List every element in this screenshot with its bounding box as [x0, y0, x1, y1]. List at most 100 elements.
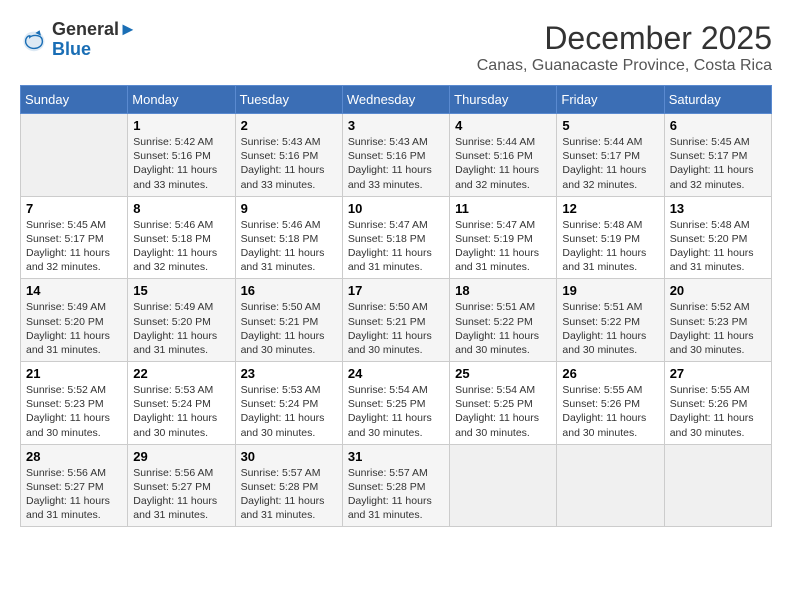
calendar-cell: 11 Sunrise: 5:47 AM Sunset: 5:19 PM Dayli… [450, 196, 557, 279]
calendar-cell [450, 444, 557, 527]
header-sunday: Sunday [21, 86, 128, 114]
calendar-cell: 17Sunrise: 5:50 AM Sunset: 5:21 PM Dayli… [342, 279, 449, 362]
day-info: Sunrise: 5:48 AM Sunset: 5:20 PM Dayligh… [670, 218, 766, 275]
calendar-cell: 27Sunrise: 5:55 AM Sunset: 5:26 PM Dayli… [664, 362, 771, 445]
day-info: Sunrise: 5:53 AM Sunset: 5:24 PM Dayligh… [241, 383, 337, 440]
day-info: Sunrise: 5:54 AM Sunset: 5:25 PM Dayligh… [348, 383, 444, 440]
calendar-cell: 25 Sunrise: 5:54 AM Sunset: 5:25 PM Dayli… [450, 362, 557, 445]
day-info: Sunrise: 5:43 AM Sunset: 5:16 PM Dayligh… [348, 135, 444, 192]
week-row-1: 1 Sunrise: 5:42 AM Sunset: 5:16 PM Daylig… [21, 114, 772, 197]
header-wednesday: Wednesday [342, 86, 449, 114]
calendar-cell: 5 Sunrise: 5:44 AM Sunset: 5:17 PM Daylig… [557, 114, 664, 197]
week-row-2: 7 Sunrise: 5:45 AM Sunset: 5:17 PM Daylig… [21, 196, 772, 279]
day-info: Sunrise: 5:44 AM Sunset: 5:16 PM Dayligh… [455, 135, 551, 192]
day-info: Sunrise: 5:51 AM Sunset: 5:22 PM Dayligh… [562, 300, 658, 357]
calendar-cell: 2 Sunrise: 5:43 AM Sunset: 5:16 PM Daylig… [235, 114, 342, 197]
day-number: 23 [241, 366, 337, 381]
day-info: Sunrise: 5:56 AM Sunset: 5:27 PM Dayligh… [133, 466, 229, 523]
calendar-cell: 10Sunrise: 5:47 AM Sunset: 5:18 PM Dayli… [342, 196, 449, 279]
day-number: 19 [562, 283, 658, 298]
day-number: 6 [670, 118, 766, 133]
calendar-cell: 13 Sunrise: 5:48 AM Sunset: 5:20 PM Dayli… [664, 196, 771, 279]
day-number: 30 [241, 449, 337, 464]
day-info: Sunrise: 5:56 AM Sunset: 5:27 PM Dayligh… [26, 466, 122, 523]
day-number: 26 [562, 366, 658, 381]
calendar-cell: 24 Sunrise: 5:54 AM Sunset: 5:25 PM Dayli… [342, 362, 449, 445]
calendar-cell: 28 Sunrise: 5:56 AM Sunset: 5:27 PM Dayli… [21, 444, 128, 527]
day-number: 12 [562, 201, 658, 216]
header-friday: Friday [557, 86, 664, 114]
day-info: Sunrise: 5:47 AM Sunset: 5:19 PM Dayligh… [455, 218, 551, 275]
day-number: 28 [26, 449, 122, 464]
day-number: 24 [348, 366, 444, 381]
day-number: 13 [670, 201, 766, 216]
day-info: Sunrise: 5:44 AM Sunset: 5:17 PM Dayligh… [562, 135, 658, 192]
day-info: Sunrise: 5:51 AM Sunset: 5:22 PM Dayligh… [455, 300, 551, 357]
calendar-header-row: Sunday Monday Tuesday Wednesday Thursday… [21, 86, 772, 114]
calendar-cell: 31 Sunrise: 5:57 AM Sunset: 5:28 PM Dayli… [342, 444, 449, 527]
logo-text-line2: Blue [52, 40, 137, 60]
calendar-cell: 26Sunrise: 5:55 AM Sunset: 5:26 PM Dayli… [557, 362, 664, 445]
day-info: Sunrise: 5:43 AM Sunset: 5:16 PM Dayligh… [241, 135, 337, 192]
day-info: Sunrise: 5:50 AM Sunset: 5:21 PM Dayligh… [241, 300, 337, 357]
day-info: Sunrise: 5:45 AM Sunset: 5:17 PM Dayligh… [26, 218, 122, 275]
day-number: 9 [241, 201, 337, 216]
day-info: Sunrise: 5:57 AM Sunset: 5:28 PM Dayligh… [241, 466, 337, 523]
day-number: 2 [241, 118, 337, 133]
day-number: 14 [26, 283, 122, 298]
day-number: 7 [26, 201, 122, 216]
day-number: 25 [455, 366, 551, 381]
day-info: Sunrise: 5:52 AM Sunset: 5:23 PM Dayligh… [26, 383, 122, 440]
day-info: Sunrise: 5:55 AM Sunset: 5:26 PM Dayligh… [670, 383, 766, 440]
calendar-cell: 16 Sunrise: 5:50 AM Sunset: 5:21 PM Dayli… [235, 279, 342, 362]
day-number: 5 [562, 118, 658, 133]
subtitle: Canas, Guanacaste Province, Costa Rica [477, 57, 772, 75]
week-row-5: 28 Sunrise: 5:56 AM Sunset: 5:27 PM Dayli… [21, 444, 772, 527]
day-info: Sunrise: 5:53 AM Sunset: 5:24 PM Dayligh… [133, 383, 229, 440]
day-number: 1 [133, 118, 229, 133]
calendar-table: Sunday Monday Tuesday Wednesday Thursday… [20, 85, 772, 527]
logo: General► Blue [20, 20, 137, 60]
day-number: 16 [241, 283, 337, 298]
day-number: 22 [133, 366, 229, 381]
day-info: Sunrise: 5:45 AM Sunset: 5:17 PM Dayligh… [670, 135, 766, 192]
day-info: Sunrise: 5:54 AM Sunset: 5:25 PM Dayligh… [455, 383, 551, 440]
calendar-cell: 8 Sunrise: 5:46 AM Sunset: 5:18 PM Daylig… [128, 196, 235, 279]
calendar-cell: 1 Sunrise: 5:42 AM Sunset: 5:16 PM Daylig… [128, 114, 235, 197]
calendar-cell: 20Sunrise: 5:52 AM Sunset: 5:23 PM Dayli… [664, 279, 771, 362]
calendar-cell: 15Sunrise: 5:49 AM Sunset: 5:20 PM Dayli… [128, 279, 235, 362]
calendar-cell: 4Sunrise: 5:44 AM Sunset: 5:16 PM Daylig… [450, 114, 557, 197]
header-monday: Monday [128, 86, 235, 114]
day-number: 8 [133, 201, 229, 216]
calendar-cell: 6 Sunrise: 5:45 AM Sunset: 5:17 PM Daylig… [664, 114, 771, 197]
calendar-cell: 14 Sunrise: 5:49 AM Sunset: 5:20 PM Dayli… [21, 279, 128, 362]
calendar-cell: 18 Sunrise: 5:51 AM Sunset: 5:22 PM Dayli… [450, 279, 557, 362]
header-thursday: Thursday [450, 86, 557, 114]
day-info: Sunrise: 5:42 AM Sunset: 5:16 PM Dayligh… [133, 135, 229, 192]
calendar-cell: 21 Sunrise: 5:52 AM Sunset: 5:23 PM Dayli… [21, 362, 128, 445]
day-number: 21 [26, 366, 122, 381]
week-row-3: 14 Sunrise: 5:49 AM Sunset: 5:20 PM Dayli… [21, 279, 772, 362]
day-number: 11 [455, 201, 551, 216]
calendar-cell [664, 444, 771, 527]
day-info: Sunrise: 5:46 AM Sunset: 5:18 PM Dayligh… [133, 218, 229, 275]
day-info: Sunrise: 5:48 AM Sunset: 5:19 PM Dayligh… [562, 218, 658, 275]
day-number: 3 [348, 118, 444, 133]
calendar-cell: 22 Sunrise: 5:53 AM Sunset: 5:24 PM Dayli… [128, 362, 235, 445]
day-info: Sunrise: 5:52 AM Sunset: 5:23 PM Dayligh… [670, 300, 766, 357]
day-info: Sunrise: 5:49 AM Sunset: 5:20 PM Dayligh… [26, 300, 122, 357]
calendar-cell: 19 Sunrise: 5:51 AM Sunset: 5:22 PM Dayli… [557, 279, 664, 362]
day-number: 31 [348, 449, 444, 464]
day-info: Sunrise: 5:57 AM Sunset: 5:28 PM Dayligh… [348, 466, 444, 523]
logo-icon [20, 26, 48, 54]
calendar-cell: 7 Sunrise: 5:45 AM Sunset: 5:17 PM Daylig… [21, 196, 128, 279]
page-header: General► Blue December 2025 Canas, Guana… [20, 20, 772, 75]
calendar-cell: 12 Sunrise: 5:48 AM Sunset: 5:19 PM Dayli… [557, 196, 664, 279]
day-number: 17 [348, 283, 444, 298]
header-tuesday: Tuesday [235, 86, 342, 114]
day-number: 18 [455, 283, 551, 298]
week-row-4: 21 Sunrise: 5:52 AM Sunset: 5:23 PM Dayli… [21, 362, 772, 445]
day-info: Sunrise: 5:47 AM Sunset: 5:18 PM Dayligh… [348, 218, 444, 275]
header-saturday: Saturday [664, 86, 771, 114]
logo-text-line1: General► [52, 20, 137, 40]
